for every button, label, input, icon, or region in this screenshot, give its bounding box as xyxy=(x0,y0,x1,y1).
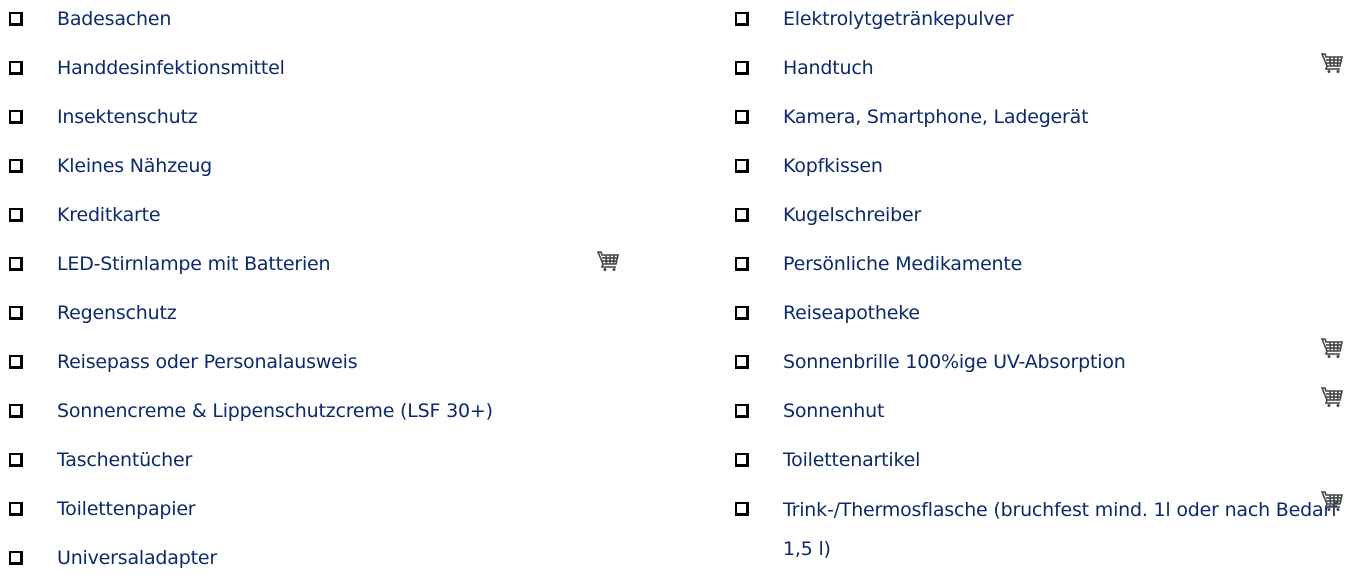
item-label: Badesachen xyxy=(57,8,172,30)
item-label: Persönliche Medikamente xyxy=(783,253,1023,275)
list-item: Badesachen xyxy=(0,0,650,47)
list-item: Persönliche Medikamente xyxy=(726,243,1358,292)
list-item: Toilettenartikel xyxy=(726,439,1358,488)
list-item: Taschentücher xyxy=(0,439,650,488)
list-item: Kamera, Smartphone, Ladegerät xyxy=(726,96,1358,145)
checkbox-icon[interactable] xyxy=(9,404,23,418)
list-item: Universaladapter xyxy=(0,537,650,586)
shopping-cart-icon[interactable] xyxy=(1321,490,1343,512)
item-label: Kreditkarte xyxy=(57,204,161,226)
shopping-cart-icon[interactable] xyxy=(597,250,619,272)
list-item: Kopfkissen xyxy=(726,145,1358,194)
item-label: Taschentücher xyxy=(57,449,193,471)
checkbox-icon[interactable] xyxy=(735,61,749,75)
list-item: Kugelschreiber xyxy=(726,194,1358,243)
list-item: Reisepass oder Personalausweis xyxy=(0,341,650,390)
list-item: LED-Stirnlampe mit Batterien xyxy=(0,243,650,292)
list-item: Sonnencreme & Lippenschutzcreme (LSF 30+… xyxy=(0,390,650,439)
checkbox-icon[interactable] xyxy=(9,502,23,516)
list-item: Kreditkarte xyxy=(0,194,650,243)
checkbox-icon[interactable] xyxy=(9,110,23,124)
checkbox-icon[interactable] xyxy=(9,551,23,565)
checkbox-icon[interactable] xyxy=(735,502,749,516)
checkbox-icon[interactable] xyxy=(9,208,23,222)
checkbox-icon[interactable] xyxy=(735,159,749,173)
list-item: Sonnenbrille 100%ige UV-Absorption xyxy=(726,338,1358,390)
item-label: Kugelschreiber xyxy=(783,204,922,226)
list-item: Trink-/Thermosflasche (bruchfest mind. 1… xyxy=(726,488,1358,574)
checkbox-icon[interactable] xyxy=(735,306,749,320)
list-item: Toilettenpapier xyxy=(0,488,650,537)
item-label: Reiseapotheke xyxy=(783,302,920,324)
item-label: Toilettenpapier xyxy=(57,498,196,520)
item-label: Reisepass oder Personalausweis xyxy=(57,351,358,373)
list-item: Kleines Nähzeug xyxy=(0,145,650,194)
item-label: Kleines Nähzeug xyxy=(57,155,213,177)
checkbox-icon[interactable] xyxy=(9,61,23,75)
checkbox-icon[interactable] xyxy=(9,306,23,320)
checkbox-icon[interactable] xyxy=(9,257,23,271)
checkbox-icon[interactable] xyxy=(735,110,749,124)
checkbox-icon[interactable] xyxy=(735,208,749,222)
item-label: Insektenschutz xyxy=(57,106,198,128)
shopping-cart-icon[interactable] xyxy=(1321,52,1343,74)
checkbox-icon[interactable] xyxy=(9,12,23,26)
list-item: Sonnenhut xyxy=(726,387,1358,439)
checkbox-icon[interactable] xyxy=(9,159,23,173)
item-label: LED-Stirnlampe mit Batterien xyxy=(57,253,331,275)
item-label: Trink-/Thermosflasche (bruchfest mind. 1… xyxy=(783,499,1338,560)
list-item: Reiseapotheke xyxy=(726,292,1358,341)
item-label: Kamera, Smartphone, Ladegerät xyxy=(783,106,1089,128)
checkbox-icon[interactable] xyxy=(9,453,23,467)
item-label: Regenschutz xyxy=(57,302,177,324)
checkbox-icon[interactable] xyxy=(735,12,749,26)
checkbox-icon[interactable] xyxy=(735,355,749,369)
checkbox-icon[interactable] xyxy=(9,355,23,369)
checkbox-icon[interactable] xyxy=(735,404,749,418)
item-label: Sonnencreme & Lippenschutzcreme (LSF 30+… xyxy=(57,400,493,422)
item-label: Elektrolytgetränkepulver xyxy=(783,8,1014,30)
item-label: Sonnenhut xyxy=(783,400,885,422)
list-item: Regenschutz xyxy=(0,292,650,341)
list-item: Handtuch xyxy=(726,47,1358,96)
item-label: Handtuch xyxy=(783,57,874,79)
item-label: Sonnenbrille 100%ige UV-Absorption xyxy=(783,351,1126,373)
shopping-cart-icon[interactable] xyxy=(1321,386,1343,408)
item-label: Kopfkissen xyxy=(783,155,883,177)
packing-list-left: Badesachen Handdesinfektionsmittel Insek… xyxy=(0,0,650,586)
list-item: Elektrolytgetränkepulver xyxy=(726,0,1358,47)
packing-list-right: Elektrolytgetränkepulver Handtuch Kamera… xyxy=(726,0,1358,574)
item-label: Toilettenartikel xyxy=(783,449,921,471)
shopping-cart-icon[interactable] xyxy=(1321,337,1343,359)
list-item: Handdesinfektionsmittel xyxy=(0,47,650,96)
list-item: Insektenschutz xyxy=(0,96,650,145)
checkbox-icon[interactable] xyxy=(735,453,749,467)
item-label: Universaladapter xyxy=(57,547,217,569)
item-label: Handdesinfektionsmittel xyxy=(57,57,285,79)
checkbox-icon[interactable] xyxy=(735,257,749,271)
